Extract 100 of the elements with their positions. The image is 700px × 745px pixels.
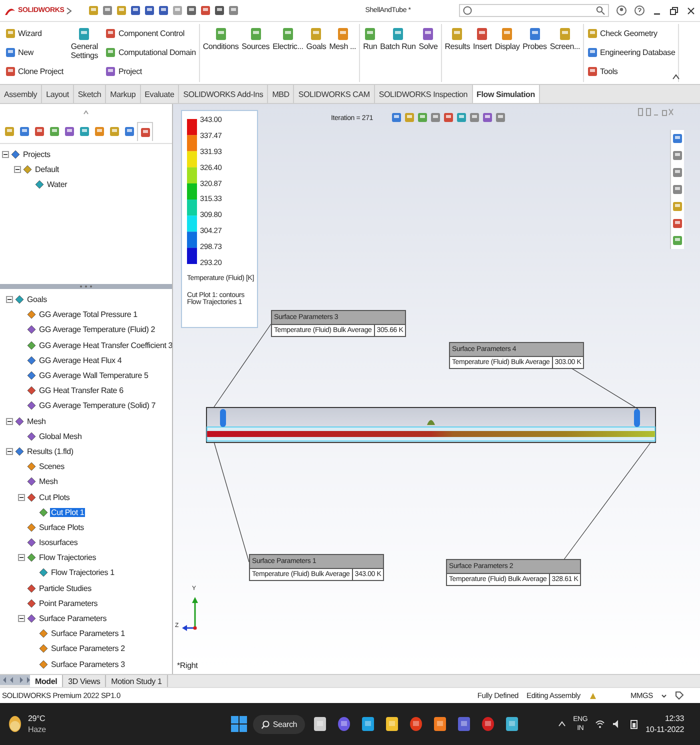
ribbon-button[interactable]: Check Geometry xyxy=(587,24,676,42)
ribbon-button[interactable]: Run xyxy=(363,24,378,52)
panel-tab-icon[interactable] xyxy=(140,126,150,138)
ribbon-button[interactable]: Goals xyxy=(306,24,326,52)
ribbon-button[interactable]: Conditions xyxy=(202,24,239,52)
tree-item[interactable]: GG Average Temperature (Solid) 7 xyxy=(38,401,156,410)
tree-item[interactable]: Surface Parameters xyxy=(38,614,108,624)
tree-item[interactable]: Cut Plot 1 xyxy=(50,508,86,517)
ribbon-button[interactable]: Results xyxy=(444,24,470,52)
app-icon[interactable] xyxy=(408,716,424,732)
tree-item[interactable]: Surface Parameters 3 xyxy=(50,660,126,669)
tree-item[interactable]: Isosurfaces xyxy=(38,538,79,548)
panel-tab-icon[interactable] xyxy=(34,126,44,136)
collapse-icon[interactable] xyxy=(2,151,9,158)
chevron-right-icon[interactable] xyxy=(66,6,72,14)
ribbon-tab[interactable]: Sketch xyxy=(74,85,106,103)
tree-item[interactable]: Flow Trajectories xyxy=(38,553,98,562)
ribbon-button[interactable]: New xyxy=(5,43,64,61)
weather-icon[interactable] xyxy=(8,715,22,733)
toolbar-icon[interactable] xyxy=(144,5,156,16)
panel-tab-icon[interactable] xyxy=(18,126,30,136)
toolbar-icon[interactable] xyxy=(200,5,212,16)
view-tool-icon[interactable] xyxy=(482,112,493,123)
ribbon-tab[interactable]: SOLIDWORKS CAM xyxy=(294,85,375,103)
tree-item[interactable]: Mesh xyxy=(26,416,47,426)
collapse-icon[interactable] xyxy=(6,448,13,455)
ribbon-button[interactable]: Clone Project xyxy=(5,62,64,80)
ribbon-button[interactable]: Solve xyxy=(418,24,438,52)
tree-item[interactable]: GG Average Temperature (Fluid) 2 xyxy=(38,325,156,334)
close-icon[interactable] xyxy=(686,6,696,16)
tree-item[interactable]: Surface Plots xyxy=(38,522,85,532)
user-icon[interactable] xyxy=(616,5,627,16)
search-field[interactable] xyxy=(459,4,609,17)
ribbon-button[interactable]: Screen... xyxy=(550,24,580,52)
ribbon-button[interactable]: Tools xyxy=(587,62,676,80)
ribbon-button[interactable]: Wizard xyxy=(5,24,64,42)
ribbon-tab[interactable]: Evaluate xyxy=(140,85,180,103)
tree-item[interactable]: Surface Parameters 2 xyxy=(50,644,126,654)
toolbar-icon[interactable] xyxy=(228,5,240,16)
task-pane-icon[interactable] xyxy=(672,133,683,144)
caret-icon[interactable] xyxy=(661,692,667,698)
view-tool-icon[interactable] xyxy=(469,112,480,123)
collapse-icon[interactable] xyxy=(18,615,25,622)
ribbon-button[interactable]: Electric... xyxy=(272,24,304,52)
splitter-handle-icon[interactable] xyxy=(79,285,93,288)
toolbar-icon[interactable] xyxy=(158,5,170,16)
tree-item[interactable]: Projects xyxy=(22,150,52,160)
chevron-up-icon[interactable] xyxy=(672,74,680,80)
panel-tab-icon[interactable] xyxy=(48,126,60,136)
battery-icon[interactable] xyxy=(628,719,639,729)
app-icon[interactable] xyxy=(456,716,472,732)
tree-item[interactable]: Surface Parameters 1 xyxy=(50,629,126,638)
tree-item[interactable]: GG Average Total Pressure 1 xyxy=(38,310,138,320)
view-tool-icon[interactable] xyxy=(430,112,441,123)
ribbon-button[interactable]: Sources xyxy=(242,24,270,52)
tree-item[interactable]: Results (1.fld) xyxy=(26,446,74,456)
tree-item[interactable]: Cut Plots xyxy=(38,492,71,502)
tree-item[interactable]: Scenes xyxy=(38,462,66,472)
app-icon[interactable] xyxy=(384,716,400,732)
tree-item[interactable]: Particle Studies xyxy=(38,584,92,593)
ribbon-button[interactable]: Project xyxy=(105,62,196,80)
ribbon-button[interactable]: Engineering Database xyxy=(587,43,676,61)
ribbon-button[interactable]: Probes xyxy=(522,24,547,52)
view-tool-icon[interactable] xyxy=(495,112,506,123)
tree-item[interactable]: Water xyxy=(46,180,68,190)
ribbon-button[interactable]: Computational Domain xyxy=(105,43,196,61)
task-pane-icon[interactable] xyxy=(672,167,683,178)
taskbar-search[interactable]: Search xyxy=(252,714,306,734)
tag-icon[interactable] xyxy=(675,691,684,700)
task-pane-icon[interactable] xyxy=(672,235,683,246)
ribbon-tab[interactable]: Markup xyxy=(106,85,141,103)
ribbon-button[interactable]: Insert xyxy=(473,24,492,52)
model-tab[interactable]: Model xyxy=(30,675,64,687)
ribbon-tab[interactable]: Flow Simulation xyxy=(472,85,540,103)
restore-icon[interactable] xyxy=(669,6,679,16)
tree-item[interactable]: Mesh xyxy=(38,477,59,486)
help-icon[interactable] xyxy=(634,5,645,16)
ribbon-button[interactable]: Mesh ... xyxy=(329,24,356,52)
ribbon-button[interactable]: Component Control xyxy=(105,24,196,42)
tree-item[interactable]: Flow Trajectories 1 xyxy=(50,568,116,578)
ribbon-tab[interactable]: SOLIDWORKS Add-Ins xyxy=(179,85,268,103)
collapse-icon[interactable] xyxy=(18,494,25,501)
panel-tab-icon[interactable] xyxy=(78,126,90,136)
task-pane-icon[interactable] xyxy=(672,184,683,195)
toolbar-icon[interactable] xyxy=(186,5,198,16)
panel-tab-icon[interactable] xyxy=(94,126,104,136)
tree-item[interactable]: Goals xyxy=(26,295,48,304)
tree-item[interactable]: Global Mesh xyxy=(38,432,83,441)
clock-time[interactable]: 12:33 xyxy=(664,714,684,723)
app-icon[interactable] xyxy=(432,716,448,732)
task-pane-icon[interactable] xyxy=(672,150,683,161)
toolbar-icon[interactable] xyxy=(102,5,114,16)
view-tool-icon[interactable] xyxy=(391,112,402,123)
ribbon-tab[interactable]: MBD xyxy=(268,85,294,103)
ribbon-button[interactable]: Batch Run xyxy=(380,24,416,52)
panel-tab-icon[interactable] xyxy=(64,126,74,136)
view-tool-icon[interactable] xyxy=(443,112,454,123)
app-icon[interactable] xyxy=(312,716,328,732)
toolbar-icon[interactable] xyxy=(214,5,226,16)
tree-item[interactable]: GG Average Heat Transfer Coefficient 3 xyxy=(38,340,172,350)
